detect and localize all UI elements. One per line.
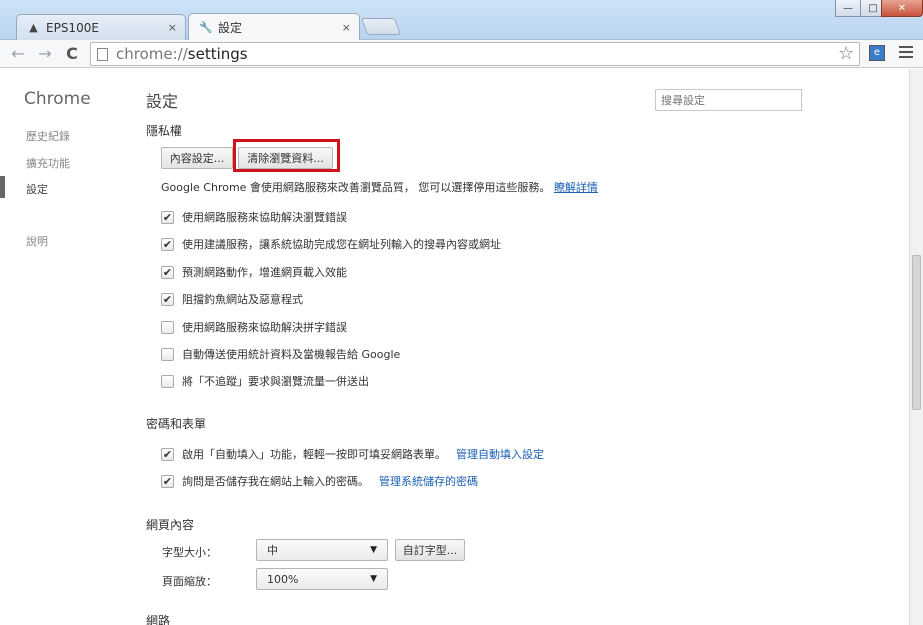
checkbox-checked[interactable]: ✔ xyxy=(161,265,174,279)
option-label: 將「不追蹤」要求與瀏覽流量一併送出 xyxy=(182,375,369,388)
option-label: 自動傳送使用統計資料及當機報告給 Google xyxy=(182,348,401,361)
search-settings-input[interactable] xyxy=(655,89,802,111)
privacy-info: Google Chrome 會使用網路服務來改善瀏覽品質， 您可以選擇停用這些服… xyxy=(161,181,551,194)
network-heading: 網路 xyxy=(146,614,171,625)
forward-button[interactable]: → xyxy=(35,44,55,64)
url-scheme: chrome:// xyxy=(116,45,188,63)
privacy-heading: 隱私權 xyxy=(146,124,183,138)
bell-icon: ▲ xyxy=(29,21,38,34)
checkbox-unchecked[interactable] xyxy=(161,320,174,334)
dropdown-arrow-icon: ▼ xyxy=(370,574,377,584)
option-label: 啟用「自動填入」功能，輕輕一按即可填妥網路表單。 xyxy=(182,448,446,461)
sidebar-item-help[interactable]: 說明 xyxy=(26,233,48,249)
option-label: 使用網路服務來協助解決拼字錯誤 xyxy=(182,321,347,334)
selected-marker xyxy=(0,176,5,198)
learn-more-link[interactable]: 瞭解詳情 xyxy=(554,181,598,194)
menu-icon[interactable] xyxy=(899,46,913,61)
tab-settings[interactable]: 🔧 設定 × xyxy=(188,13,360,41)
font-size-label: 字型大小： xyxy=(162,546,217,559)
checkbox-checked[interactable]: ✔ xyxy=(161,210,174,224)
customize-fonts-button[interactable]: 自訂字型... xyxy=(395,539,465,561)
tab-title: EPS100E xyxy=(46,20,99,35)
close-window-button[interactable]: ✕ xyxy=(881,0,923,17)
checkbox-checked[interactable]: ✔ xyxy=(161,292,174,306)
wrench-icon: 🔧 xyxy=(199,21,213,34)
content-settings-button[interactable]: 內容設定... xyxy=(161,147,233,169)
browser-toolbar: ← → C chrome://settings ☆ e xyxy=(0,40,923,68)
privacy-option[interactable]: 使用網路服務來協助解決拼字錯誤 xyxy=(161,319,347,335)
reload-button[interactable]: C xyxy=(62,44,82,64)
manage-autofill-link[interactable]: 管理自動填入設定 xyxy=(456,446,544,462)
page-icon xyxy=(97,47,108,61)
privacy-option[interactable]: ✔ 使用網路服務來協助解決瀏覽錯誤 xyxy=(161,209,347,225)
vertical-scrollbar[interactable] xyxy=(909,69,923,625)
page-zoom-select[interactable]: 100% ▼ xyxy=(256,568,388,590)
sidebar-item-extensions[interactable]: 擴充功能 xyxy=(26,155,70,171)
dropdown-arrow-icon: ▼ xyxy=(370,545,377,555)
minimize-button[interactable]: — xyxy=(835,0,861,17)
privacy-option[interactable]: 自動傳送使用統計資料及當機報告給 Google xyxy=(161,346,400,362)
manage-passwords-link[interactable]: 管理系統儲存的密碼 xyxy=(379,473,478,489)
option-label: 使用建議服務，讓系統協助完成您在網址列輸入的搜尋內容或網址 xyxy=(182,238,501,251)
save-passwords-option[interactable]: ✔ 詢問是否儲存我在網站上輸入的密碼。 管理系統儲存的密碼 xyxy=(161,473,478,489)
checkbox-unchecked[interactable] xyxy=(161,374,174,388)
privacy-option[interactable]: 將「不追蹤」要求與瀏覽流量一併送出 xyxy=(161,373,369,389)
settings-page: Chrome 歷史紀錄 擴充功能 設定 說明 設定 隱私權 內容設定... 清除… xyxy=(0,69,909,625)
font-size-select[interactable]: 中 ▼ xyxy=(256,539,388,561)
option-label: 預測網路動作，增進網頁載入效能 xyxy=(182,266,347,279)
privacy-option[interactable]: ✔ 阻擋釣魚網站及惡意程式 xyxy=(161,291,303,307)
sidebar-brand: Chrome xyxy=(24,89,91,109)
checkbox-checked[interactable]: ✔ xyxy=(161,237,174,251)
passwords-heading: 密碼和表單 xyxy=(146,417,207,431)
close-tab-icon[interactable]: × xyxy=(342,21,351,34)
privacy-info-text: Google Chrome 會使用網路服務來改善瀏覽品質， 您可以選擇停用這些服… xyxy=(161,179,598,195)
option-label: 使用網路服務來協助解決瀏覽錯誤 xyxy=(182,211,347,224)
select-value: 100% xyxy=(267,572,299,586)
new-tab-button[interactable] xyxy=(360,18,402,35)
select-value: 中 xyxy=(267,544,278,557)
privacy-option[interactable]: ✔ 預測網路動作，增進網頁載入效能 xyxy=(161,264,347,280)
tab-title: 設定 xyxy=(218,21,243,35)
sidebar-item-history[interactable]: 歷史紀錄 xyxy=(26,128,70,144)
back-button[interactable]: ← xyxy=(8,44,28,64)
page-zoom-label: 頁面縮放： xyxy=(162,575,217,588)
privacy-option[interactable]: ✔ 使用建議服務，讓系統協助完成您在網址列輸入的搜尋內容或網址 xyxy=(161,236,501,252)
scroll-thumb[interactable] xyxy=(912,255,921,410)
title-bar: ▲ EPS100E × 🔧 設定 × — □ ✕ xyxy=(0,0,923,41)
checkbox-checked[interactable]: ✔ xyxy=(161,474,174,488)
sidebar-item-settings[interactable]: 設定 xyxy=(26,181,48,197)
url-host: settings xyxy=(187,45,248,63)
extension-icon[interactable]: e xyxy=(869,45,885,61)
address-bar[interactable]: chrome://settings xyxy=(90,42,860,66)
page-title: 設定 xyxy=(146,92,179,111)
checkbox-unchecked[interactable] xyxy=(161,347,174,361)
web-content-heading: 網頁內容 xyxy=(146,518,195,532)
autofill-option[interactable]: ✔ 啟用「自動填入」功能，輕輕一按即可填妥網路表單。 管理自動填入設定 xyxy=(161,446,544,462)
option-label: 詢問是否儲存我在網站上輸入的密碼。 xyxy=(182,475,369,488)
tab-eps100e[interactable]: ▲ EPS100E × xyxy=(16,14,186,40)
checkbox-checked[interactable]: ✔ xyxy=(161,447,174,461)
close-tab-icon[interactable]: × xyxy=(168,21,177,34)
bookmark-star-icon[interactable]: ☆ xyxy=(838,43,854,64)
highlight-box xyxy=(233,139,340,172)
option-label: 阻擋釣魚網站及惡意程式 xyxy=(182,293,303,306)
